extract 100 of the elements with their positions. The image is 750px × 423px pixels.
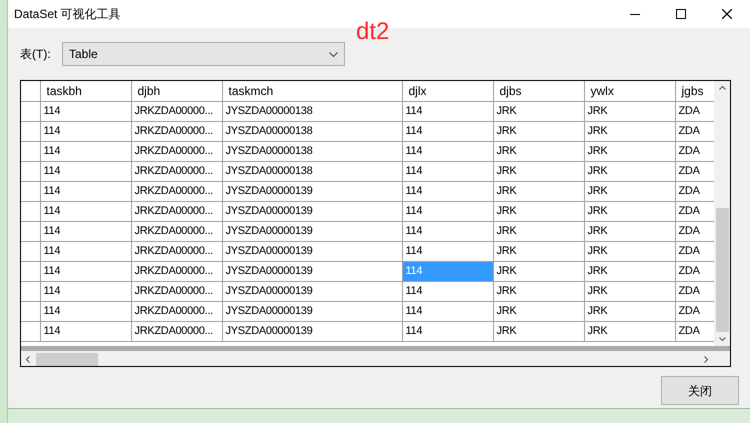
table-cell[interactable]: JRK (493, 121, 584, 141)
table-cell[interactable]: JRK (493, 241, 584, 261)
row-header[interactable] (21, 281, 40, 301)
table-cell[interactable]: JRKZDA00000... (131, 161, 222, 181)
table-cell[interactable]: JRKZDA00000... (131, 101, 222, 121)
table-cell[interactable]: 114 (40, 321, 131, 341)
table-cell[interactable]: 114 (40, 301, 131, 321)
table-cell[interactable]: JYSZDA00000139 (222, 301, 402, 321)
table-cell[interactable]: JRK (584, 301, 675, 321)
table-cell[interactable]: JRK (584, 141, 675, 161)
table-cell[interactable]: JRK (493, 161, 584, 181)
table-cell[interactable]: JRK (493, 221, 584, 241)
table-cell[interactable]: 114 (40, 221, 131, 241)
table-cell[interactable]: JRKZDA00000... (131, 281, 222, 301)
table-cell[interactable]: 114 (402, 321, 493, 341)
table-cell[interactable]: 114 (40, 101, 131, 121)
column-header[interactable]: jgbs (675, 81, 714, 101)
table-cell[interactable]: ZDA (675, 281, 714, 301)
row-header[interactable] (21, 121, 40, 141)
table-cell[interactable]: JRKZDA00000... (131, 241, 222, 261)
column-header[interactable]: djbs (493, 81, 584, 101)
table-cell[interactable]: JYSZDA00000139 (222, 221, 402, 241)
table-cell[interactable]: 114 (402, 221, 493, 241)
table-cell[interactable]: JRK (493, 141, 584, 161)
table-cell[interactable]: JYSZDA00000139 (222, 201, 402, 221)
table-cell[interactable]: ZDA (675, 161, 714, 181)
table-cell[interactable]: JYSZDA00000138 (222, 141, 402, 161)
table-cell[interactable]: JRKZDA00000... (131, 181, 222, 201)
table-cell[interactable]: JRKZDA00000... (131, 301, 222, 321)
table-cell[interactable]: 114 (40, 181, 131, 201)
table-cell[interactable]: JRK (584, 121, 675, 141)
table-cell[interactable]: ZDA (675, 241, 714, 261)
table-cell[interactable]: ZDA (675, 181, 714, 201)
table-cell[interactable]: 114 (40, 261, 131, 281)
table-cell[interactable]: JYSZDA00000139 (222, 321, 402, 341)
table-cell[interactable]: ZDA (675, 201, 714, 221)
row-header[interactable] (21, 221, 40, 241)
table-cell[interactable]: ZDA (675, 261, 714, 281)
table-cell[interactable]: JRK (493, 261, 584, 281)
column-header[interactable]: taskbh (40, 81, 131, 101)
table-cell[interactable]: JRK (584, 281, 675, 301)
table-cell[interactable]: 114 (40, 281, 131, 301)
table-cell[interactable]: JRK (584, 241, 675, 261)
table-cell[interactable]: 114 (40, 161, 131, 181)
table-cell[interactable]: ZDA (675, 301, 714, 321)
table-cell[interactable]: 114 (402, 141, 493, 161)
close-dialog-button[interactable]: 关闭 (661, 376, 739, 405)
row-header[interactable] (21, 321, 40, 341)
table-cell[interactable]: JRK (493, 201, 584, 221)
row-header[interactable] (21, 261, 40, 281)
column-header[interactable]: taskmch (222, 81, 402, 101)
table-cell[interactable]: JYSZDA00000139 (222, 181, 402, 201)
table-cell[interactable]: JYSZDA00000139 (222, 281, 402, 301)
column-header[interactable]: djlx (402, 81, 493, 101)
table-cell[interactable]: 114 (402, 201, 493, 221)
table-cell[interactable]: ZDA (675, 141, 714, 161)
table-cell[interactable]: JRK (493, 101, 584, 121)
table-cell[interactable]: 114 (402, 301, 493, 321)
table-cell[interactable]: JYSZDA00000138 (222, 101, 402, 121)
table-cell[interactable]: JRK (584, 261, 675, 281)
table-cell[interactable]: JRK (493, 301, 584, 321)
table-cell[interactable]: 114 (402, 101, 493, 121)
table-cell[interactable]: JRKZDA00000... (131, 121, 222, 141)
table-cell[interactable]: JRK (584, 181, 675, 201)
table-cell[interactable]: 114 (402, 181, 493, 201)
row-header[interactable] (21, 181, 40, 201)
table-cell[interactable]: ZDA (675, 101, 714, 121)
row-header[interactable] (21, 161, 40, 181)
row-header[interactable] (21, 101, 40, 121)
table-cell[interactable]: JRK (493, 321, 584, 341)
scrollbar-thumb[interactable] (36, 353, 98, 366)
scrollbar-thumb[interactable] (716, 208, 729, 332)
horizontal-scrollbar[interactable] (21, 351, 730, 366)
table-cell[interactable]: 114 (40, 141, 131, 161)
table-cell[interactable]: JYSZDA00000139 (222, 241, 402, 261)
table-cell[interactable]: JYSZDA00000139 (222, 261, 402, 281)
row-header[interactable] (21, 241, 40, 261)
vertical-scrollbar[interactable] (714, 81, 730, 346)
table-cell[interactable]: 114 (40, 121, 131, 141)
table-cell[interactable]: ZDA (675, 221, 714, 241)
table-cell[interactable]: JRK (584, 321, 675, 341)
table-cell[interactable]: JRKZDA00000... (131, 201, 222, 221)
table-cell[interactable]: 114 (402, 161, 493, 181)
table-cell[interactable]: JRK (584, 221, 675, 241)
table-cell[interactable]: JRKZDA00000... (131, 261, 222, 281)
table-cell[interactable]: JRK (584, 161, 675, 181)
table-cell[interactable]: 114 (40, 201, 131, 221)
table-cell[interactable]: 114 (402, 241, 493, 261)
table-cell[interactable]: ZDA (675, 121, 714, 141)
table-cell[interactable]: JRKZDA00000... (131, 321, 222, 341)
table-cell[interactable]: 114 (40, 241, 131, 261)
table-cell[interactable]: 114 (402, 281, 493, 301)
column-header[interactable]: ywlx (584, 81, 675, 101)
table-cell[interactable]: JYSZDA00000138 (222, 121, 402, 141)
table-cell[interactable]: JRKZDA00000... (131, 141, 222, 161)
table-cell[interactable]: 114 (402, 121, 493, 141)
table-cell[interactable]: JRK (493, 281, 584, 301)
table-dropdown[interactable]: Table (62, 42, 345, 66)
table-cell[interactable]: JRK (584, 101, 675, 121)
row-header[interactable] (21, 201, 40, 221)
